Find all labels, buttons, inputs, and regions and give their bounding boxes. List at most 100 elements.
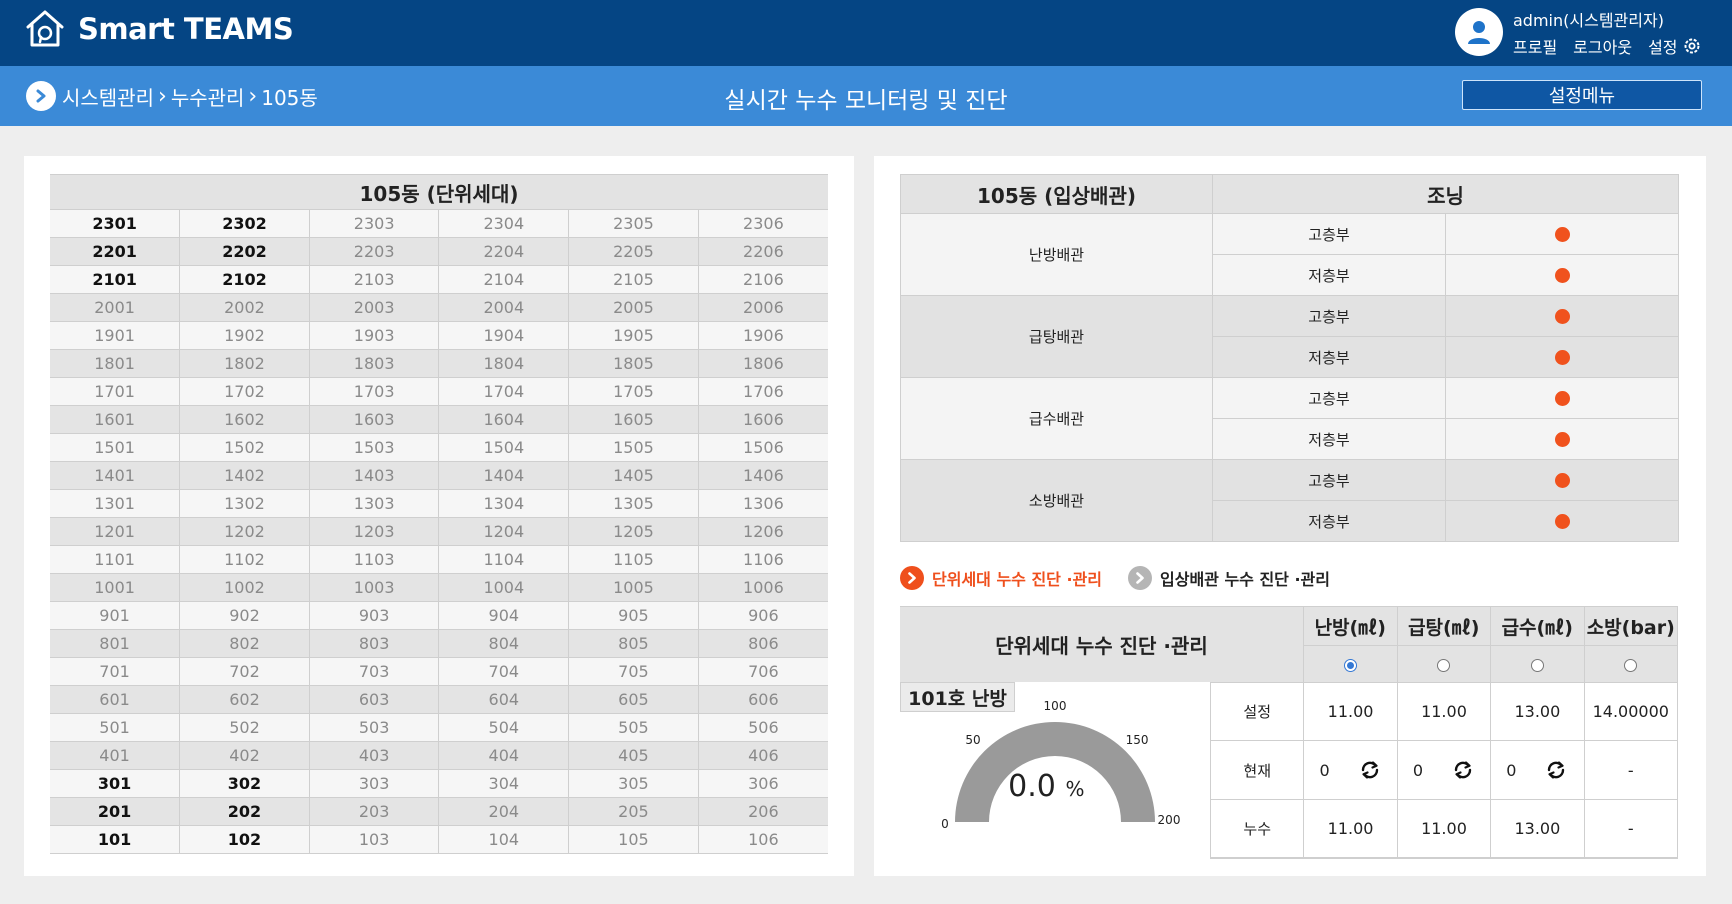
unit-cell[interactable]: 1104 (438, 545, 570, 574)
unit-cell[interactable]: 302 (179, 769, 310, 798)
unit-cell[interactable]: 2202 (179, 237, 310, 266)
unit-cell[interactable]: 1502 (179, 433, 310, 462)
unit-cell[interactable]: 306 (698, 769, 828, 798)
unit-cell[interactable]: 2201 (50, 237, 181, 266)
unit-cell[interactable]: 2304 (438, 210, 570, 238)
unit-cell[interactable]: 403 (309, 741, 440, 770)
unit-cell[interactable]: 503 (309, 713, 440, 742)
unit-cell[interactable]: 703 (309, 657, 440, 686)
unit-cell[interactable]: 2106 (698, 265, 828, 294)
unit-cell[interactable]: 902 (179, 601, 310, 630)
unit-cell[interactable]: 1602 (179, 405, 310, 434)
unit-cell[interactable]: 206 (698, 797, 828, 826)
unit-cell[interactable]: 1302 (179, 489, 310, 518)
unit-cell[interactable]: 1901 (50, 321, 181, 350)
unit-cell[interactable]: 2101 (50, 265, 181, 294)
unit-cell[interactable]: 901 (50, 601, 181, 630)
profile-link[interactable]: 프로필 (1513, 34, 1557, 58)
status-indicator-icon[interactable] (1554, 350, 1570, 365)
unit-cell[interactable]: 1804 (438, 349, 570, 378)
unit-cell[interactable]: 304 (438, 769, 570, 798)
unit-cell[interactable]: 2006 (698, 293, 828, 322)
unit-cell[interactable]: 1606 (698, 405, 828, 434)
unit-cell[interactable]: 602 (179, 685, 310, 714)
unit-cell[interactable]: 1902 (179, 321, 310, 350)
refresh-icon[interactable] (1451, 758, 1475, 782)
unit-cell[interactable]: 1603 (309, 405, 440, 434)
unit-cell[interactable]: 106 (698, 825, 828, 854)
unit-cell[interactable]: 405 (568, 741, 699, 770)
unit-cell[interactable]: 1506 (698, 433, 828, 462)
status-indicator-icon[interactable] (1554, 309, 1570, 324)
unit-cell[interactable]: 1503 (309, 433, 440, 462)
unit-cell[interactable]: 1006 (698, 573, 828, 602)
unit-cell[interactable]: 404 (438, 741, 570, 770)
unit-cell[interactable]: 1706 (698, 377, 828, 406)
unit-cell[interactable]: 303 (309, 769, 440, 798)
unit-cell[interactable]: 904 (438, 601, 570, 630)
unit-cell[interactable]: 2102 (179, 265, 310, 294)
unit-cell[interactable]: 2303 (309, 210, 440, 238)
unit-cell[interactable]: 2204 (438, 237, 570, 266)
unit-cell[interactable]: 1301 (50, 489, 181, 518)
unit-cell[interactable]: 1405 (568, 461, 699, 490)
breadcrumb-item-system[interactable]: 시스템관리 (62, 82, 154, 111)
unit-cell[interactable]: 401 (50, 741, 181, 770)
unit-cell[interactable]: 2306 (698, 210, 828, 238)
unit-cell[interactable]: 1805 (568, 349, 699, 378)
unit-cell[interactable]: 203 (309, 797, 440, 826)
settings-link[interactable]: 설정 (1648, 34, 1701, 58)
unit-cell[interactable]: 1604 (438, 405, 570, 434)
unit-cell[interactable]: 504 (438, 713, 570, 742)
unit-cell[interactable]: 104 (438, 825, 570, 854)
unit-cell[interactable]: 2004 (438, 293, 570, 322)
unit-cell[interactable]: 102 (179, 825, 310, 854)
refresh-icon[interactable] (1358, 758, 1382, 782)
settings-menu-button[interactable]: 설정메뉴 (1462, 80, 1702, 110)
unit-cell[interactable]: 2001 (50, 293, 181, 322)
unit-cell[interactable]: 1802 (179, 349, 310, 378)
unit-cell[interactable]: 1701 (50, 377, 181, 406)
unit-cell[interactable]: 1103 (309, 545, 440, 574)
unit-cell[interactable]: 1601 (50, 405, 181, 434)
unit-cell[interactable]: 205 (568, 797, 699, 826)
user-avatar[interactable] (1455, 8, 1503, 56)
unit-cell[interactable]: 103 (309, 825, 440, 854)
unit-cell[interactable]: 1003 (309, 573, 440, 602)
unit-cell[interactable]: 1905 (568, 321, 699, 350)
unit-cell[interactable]: 1205 (568, 517, 699, 546)
unit-cell[interactable]: 1406 (698, 461, 828, 490)
unit-cell[interactable]: 603 (309, 685, 440, 714)
unit-cell[interactable]: 1005 (568, 573, 699, 602)
unit-cell[interactable]: 903 (309, 601, 440, 630)
unit-cell[interactable]: 2002 (179, 293, 310, 322)
unit-cell[interactable]: 905 (568, 601, 699, 630)
unit-cell[interactable]: 506 (698, 713, 828, 742)
unit-cell[interactable]: 1102 (179, 545, 310, 574)
unit-cell[interactable]: 1906 (698, 321, 828, 350)
unit-cell[interactable]: 2205 (568, 237, 699, 266)
unit-cell[interactable]: 1106 (698, 545, 828, 574)
unit-cell[interactable]: 1704 (438, 377, 570, 406)
unit-cell[interactable]: 601 (50, 685, 181, 714)
unit-cell[interactable]: 1306 (698, 489, 828, 518)
unit-cell[interactable]: 704 (438, 657, 570, 686)
breadcrumb-item-leak[interactable]: 누수관리 (171, 82, 245, 111)
unit-cell[interactable]: 2105 (568, 265, 699, 294)
unit-cell[interactable]: 502 (179, 713, 310, 742)
status-indicator-icon[interactable] (1554, 473, 1570, 488)
unit-cell[interactable]: 606 (698, 685, 828, 714)
unit-cell[interactable]: 702 (179, 657, 310, 686)
unit-cell[interactable]: 1303 (309, 489, 440, 518)
unit-cell[interactable]: 402 (179, 741, 310, 770)
unit-cell[interactable]: 1605 (568, 405, 699, 434)
unit-cell[interactable]: 2203 (309, 237, 440, 266)
status-indicator-icon[interactable] (1554, 432, 1570, 447)
unit-cell[interactable]: 605 (568, 685, 699, 714)
unit-cell[interactable]: 806 (698, 629, 828, 658)
unit-cell[interactable]: 1202 (179, 517, 310, 546)
unit-cell[interactable]: 805 (568, 629, 699, 658)
tab-riser-diagnosis[interactable]: 입상배관 누수 진단 ·관리 (1128, 566, 1330, 590)
unit-cell[interactable]: 1105 (568, 545, 699, 574)
unit-cell[interactable]: 1305 (568, 489, 699, 518)
